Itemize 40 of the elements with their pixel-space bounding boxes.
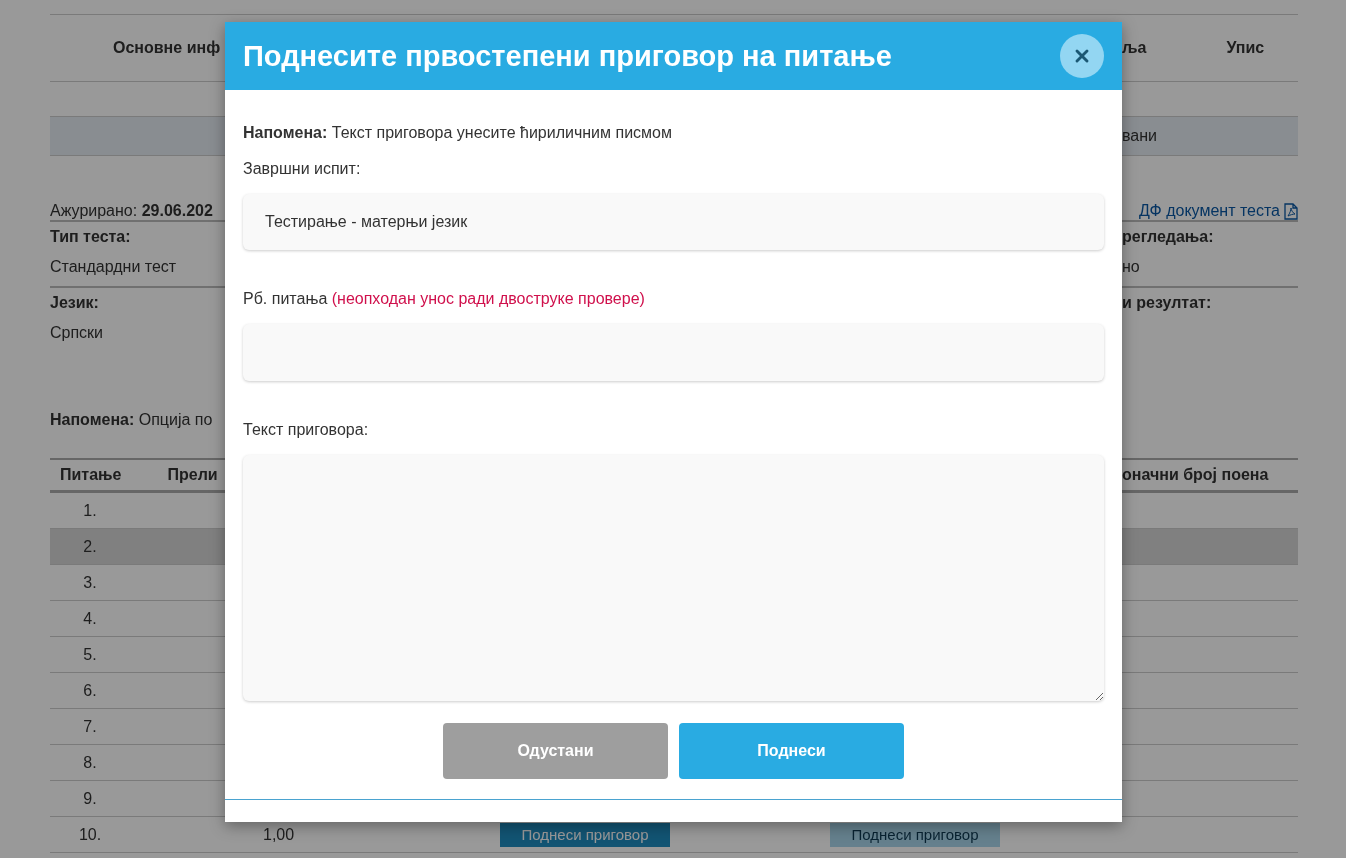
question-number: 7. [82, 717, 98, 736]
question-number: 8. [82, 753, 98, 772]
question-number: 3. [82, 573, 98, 592]
info-label: и резултат: [1122, 294, 1213, 312]
updated-text: Ажурирано: 29.06.202 [50, 202, 214, 220]
pdf-link[interactable]: ДФ документ теста [1139, 202, 1298, 220]
column-header: оначни број поена [1122, 466, 1269, 484]
field-label: Завршни испит: [243, 160, 362, 178]
objection-text-field[interactable] [243, 455, 1104, 701]
question-number: 10. [77, 825, 103, 844]
info-value: но [1122, 258, 1141, 276]
question-number-field[interactable] [243, 324, 1104, 381]
column-header: Питање [60, 466, 122, 484]
question-number: 2. [82, 537, 98, 556]
submit-button[interactable]: Поднеси [679, 723, 904, 779]
info-value: Стандардни тест [50, 258, 178, 276]
field-label: Рб. питања (неопходан унос ради двоструке провере) [243, 290, 646, 308]
question-number: 4. [82, 609, 98, 628]
note-text: Напомена: Опција по [50, 411, 214, 429]
cancel-button[interactable]: Одустани [443, 723, 668, 779]
question-number: 6. [82, 681, 98, 700]
close-button[interactable] [1060, 34, 1104, 78]
question-number: 1. [82, 501, 98, 520]
tab-label[interactable]: вани [1122, 127, 1157, 145]
pdf-file-icon [1284, 202, 1298, 220]
info-label: Језик: [50, 294, 100, 312]
exam-field[interactable]: Тестирање - матерњи језик [243, 194, 1104, 250]
nav-tab[interactable]: Упис [1226, 39, 1265, 57]
note-text: Напомена: Текст приговора унесите ћириличним писмом [243, 124, 673, 142]
field-label: Текст приговора: [243, 421, 370, 439]
column-header: Прели [167, 466, 218, 484]
info-value: Српски [50, 324, 105, 342]
submit-objection-button[interactable]: Поднеси приговор [500, 822, 670, 847]
question-number: 5. [82, 645, 98, 664]
info-label: Тип теста: [50, 228, 132, 246]
dialog-title: Поднесите првостепени приговор на питање [243, 39, 892, 73]
info-label: регледања: [1122, 228, 1215, 246]
nav-tab[interactable]: ља [1122, 39, 1147, 57]
points-value: 1,00 [262, 825, 296, 844]
question-number: 9. [82, 789, 98, 808]
